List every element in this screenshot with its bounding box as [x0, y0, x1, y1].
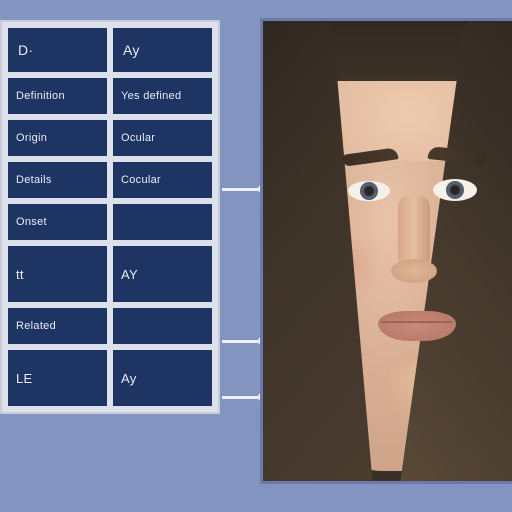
header-cell-right: Ay [113, 28, 212, 72]
attribute-table: D· Ay Definition Yes defined Origin Ocul… [0, 20, 220, 414]
cell-right: Ocular [113, 120, 212, 156]
cell-right [113, 308, 212, 344]
table-row: Related [8, 308, 212, 344]
cell-right [113, 204, 212, 240]
portrait-image [260, 18, 512, 484]
cell-left: Related [8, 308, 107, 344]
face-illustration [263, 21, 512, 481]
table-row: Origin Ocular [8, 120, 212, 156]
cell-left: tt [8, 246, 107, 302]
cell-right: AY [113, 246, 212, 302]
cell-right: Cocular [113, 162, 212, 198]
cell-left: Origin [8, 120, 107, 156]
connector-line [222, 396, 262, 399]
cell-right: Ay [113, 350, 212, 406]
table-row: LE Ay [8, 350, 212, 406]
cell-left: Definition [8, 78, 107, 114]
table-row: Definition Yes defined [8, 78, 212, 114]
connector-line [222, 188, 262, 191]
table-row: Onset [8, 204, 212, 240]
table-row: D· Ay [8, 28, 212, 72]
connector-line [222, 340, 262, 343]
cell-left: Details [8, 162, 107, 198]
cell-right: Yes defined [113, 78, 212, 114]
header-cell-left: D· [8, 28, 107, 72]
table-row: tt AY [8, 246, 212, 302]
cell-left: LE [8, 350, 107, 406]
cell-left: Onset [8, 204, 107, 240]
table-row: Details Cocular [8, 162, 212, 198]
